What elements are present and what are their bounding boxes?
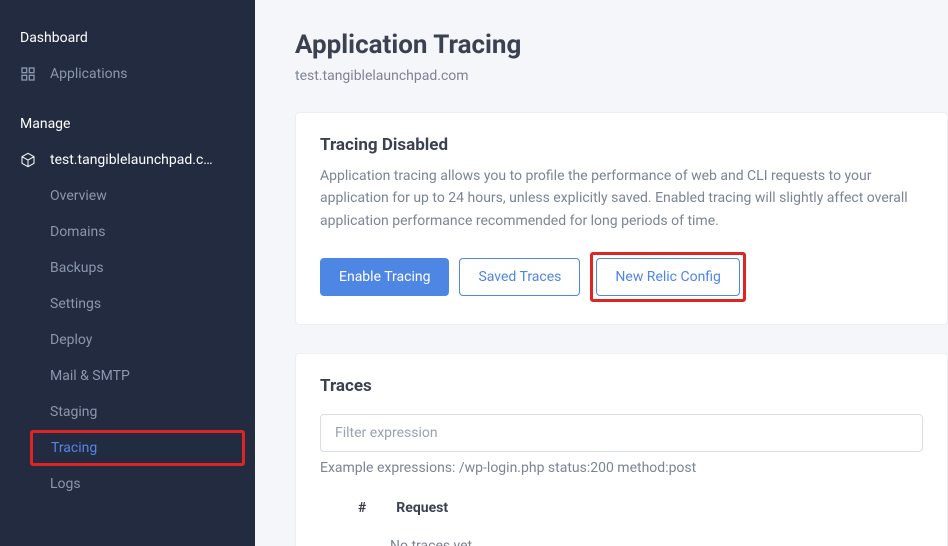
saved-traces-button[interactable]: Saved Traces [459, 258, 580, 296]
sidebar-subitem-overview[interactable]: Overview [0, 178, 255, 214]
filter-expression-input[interactable] [320, 414, 923, 452]
enable-tracing-button[interactable]: Enable Tracing [320, 258, 449, 296]
col-request: Request [396, 500, 448, 516]
new-relic-config-button[interactable]: New Relic Config [596, 258, 740, 296]
col-number: # [358, 500, 366, 516]
sidebar-item-label: test.tangiblelaunchpad.c… [50, 152, 213, 168]
grid-icon [20, 66, 36, 82]
sidebar-subitem-logs[interactable]: Logs [0, 466, 255, 502]
sidebar-subitem-domains[interactable]: Domains [0, 214, 255, 250]
filter-example-text: Example expressions: /wp-login.php statu… [320, 460, 923, 476]
page-subtitle: test.tangiblelaunchpad.com [295, 68, 948, 84]
traces-empty-text: No traces yet. [320, 528, 923, 546]
main-content: Application Tracing test.tangiblelaunchp… [255, 0, 948, 546]
traces-card: Traces Example expressions: /wp-login.ph… [295, 353, 948, 546]
cube-icon [20, 152, 36, 168]
tracing-status-card: Tracing Disabled Application tracing all… [295, 112, 948, 325]
sidebar-item-applications[interactable]: Applications [0, 56, 255, 92]
sidebar-section-dashboard: Dashboard [0, 20, 255, 56]
sidebar-subitem-settings[interactable]: Settings [0, 286, 255, 322]
sidebar-subitem-mail-smtp[interactable]: Mail & SMTP [0, 358, 255, 394]
sidebar-section-manage: Manage [0, 106, 255, 142]
sidebar-item-site[interactable]: test.tangiblelaunchpad.c… [0, 142, 255, 178]
tracing-status-description: Application tracing allows you to profil… [320, 165, 923, 232]
traces-table-header: # Request [320, 500, 923, 528]
page-title: Application Tracing [295, 30, 948, 60]
sidebar-subitem-tracing[interactable]: Tracing [30, 430, 245, 466]
sidebar-subitem-backups[interactable]: Backups [0, 250, 255, 286]
sidebar-item-label: Applications [50, 66, 128, 82]
tracing-button-row: Enable Tracing Saved Traces New Relic Co… [320, 252, 923, 302]
new-relic-highlight: New Relic Config [590, 252, 746, 302]
traces-title: Traces [320, 376, 923, 396]
tracing-status-title: Tracing Disabled [320, 135, 923, 155]
sidebar-subitem-staging[interactable]: Staging [0, 394, 255, 430]
sidebar-subitem-deploy[interactable]: Deploy [0, 322, 255, 358]
sidebar: Dashboard Applications Manage test.tangi… [0, 0, 255, 546]
